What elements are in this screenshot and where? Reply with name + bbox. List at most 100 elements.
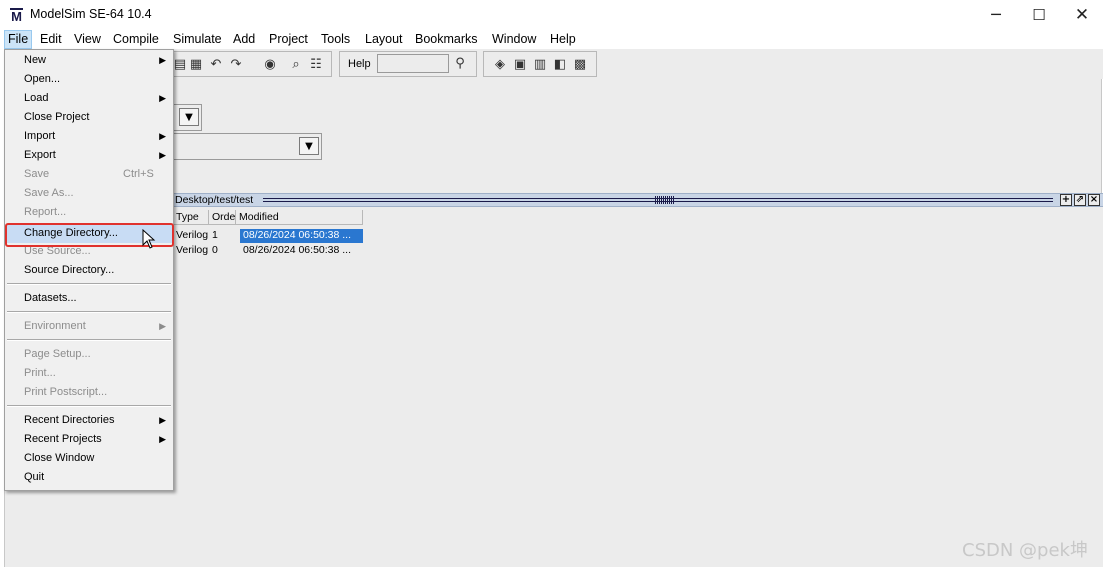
chevron-down-icon[interactable]: ▼ bbox=[299, 137, 319, 155]
title-bar: M ModelSim SE-64 10.4 ─ ☐ ✕ bbox=[0, 0, 1106, 30]
menu-item-label: New bbox=[24, 54, 47, 66]
toolbar-group-view: ◈ ▣ ▥ ◧ ▩ bbox=[483, 51, 597, 77]
menu-item-export[interactable]: Export ▶ bbox=[6, 146, 172, 165]
menu-item-label: Page Setup... bbox=[24, 348, 91, 360]
window-title: ModelSim SE-64 10.4 bbox=[30, 7, 152, 21]
menu-item-close-window[interactable]: Close Window bbox=[6, 449, 172, 468]
help-search-icon[interactable]: ⚲ bbox=[452, 56, 468, 72]
find-icon[interactable]: ▦ bbox=[188, 57, 204, 73]
modelsim-window: M ModelSim SE-64 10.4 ─ ☐ ✕ File Edit Vi… bbox=[0, 0, 1106, 567]
maximize-button[interactable]: ☐ bbox=[1017, 0, 1061, 30]
column-header-modified[interactable]: Modified bbox=[236, 210, 363, 225]
delete-doc-icon[interactable]: ▩ bbox=[572, 57, 588, 73]
help-search-input[interactable] bbox=[377, 54, 449, 73]
menu-layout[interactable]: Layout bbox=[362, 30, 406, 49]
menu-separator bbox=[7, 283, 171, 285]
menu-item-label: Save bbox=[24, 168, 50, 180]
binoculars-icon[interactable]: ⌕ bbox=[288, 57, 304, 73]
table-header: Type Order Modified bbox=[173, 210, 363, 225]
menu-item-label: Import bbox=[24, 130, 56, 142]
structure-icon[interactable]: ☷ bbox=[308, 57, 324, 73]
menu-item-label: Load bbox=[24, 92, 49, 104]
menu-view[interactable]: View bbox=[71, 30, 104, 49]
column-header-type[interactable]: Type bbox=[173, 210, 209, 225]
menu-item-load[interactable]: Load ▶ bbox=[6, 89, 172, 108]
pane-dock-icon[interactable]: + bbox=[1060, 194, 1072, 206]
menu-item-label: Report... bbox=[24, 206, 67, 218]
menu-item-datasets[interactable]: Datasets... bbox=[6, 289, 172, 308]
context-combobox[interactable]: ▼ bbox=[165, 133, 322, 160]
project-path: Desktop/test/test bbox=[175, 194, 254, 206]
menu-item-save-as[interactable]: Save As... bbox=[6, 184, 172, 203]
menu-item-label: Source Directory... bbox=[24, 264, 115, 276]
menu-separator bbox=[7, 405, 171, 407]
cell-type: Verilog bbox=[176, 244, 209, 256]
menu-item-label: Environment bbox=[24, 320, 86, 332]
file-menu-dropdown: New ▶ Open... Load ▶ Close Project Import ▶… bbox=[4, 49, 174, 491]
menu-compile[interactable]: Compile bbox=[110, 30, 162, 49]
help-label: Help bbox=[348, 58, 371, 70]
menu-bookmarks[interactable]: Bookmarks bbox=[412, 30, 481, 49]
pane-undock-icon[interactable]: ⇗ bbox=[1074, 194, 1086, 206]
menu-item-page-setup[interactable]: Page Setup... bbox=[6, 345, 172, 364]
menu-item-environment[interactable]: Environment ▶ bbox=[6, 317, 172, 336]
menu-separator bbox=[7, 339, 171, 341]
search-doc-icon[interactable]: ◧ bbox=[552, 57, 568, 73]
menu-bar: File Edit View Compile Simulate Add Proj… bbox=[0, 30, 1106, 49]
menu-simulate[interactable]: Simulate bbox=[170, 30, 225, 49]
menu-help[interactable]: Help bbox=[547, 30, 579, 49]
menu-item-label: Recent Directories bbox=[24, 414, 115, 426]
submenu-arrow-icon: ▶ bbox=[159, 93, 166, 103]
layers-icon[interactable]: ◈ bbox=[492, 57, 508, 73]
menu-item-label: Close Project bbox=[24, 111, 90, 123]
menu-item-label: Recent Projects bbox=[24, 433, 102, 445]
watermark: CSDN @pek坤 bbox=[962, 540, 1088, 561]
chevron-down-icon[interactable]: ▼ bbox=[179, 108, 199, 126]
menu-edit[interactable]: Edit bbox=[37, 30, 65, 49]
undo-icon[interactable]: ↶ bbox=[208, 57, 224, 73]
menu-tools[interactable]: Tools bbox=[318, 30, 353, 49]
mouse-cursor-icon bbox=[142, 229, 156, 249]
compile-icon[interactable]: ◉ bbox=[262, 57, 278, 73]
submenu-arrow-icon: ▶ bbox=[159, 434, 166, 444]
menu-item-save[interactable]: Save Ctrl+S bbox=[6, 165, 172, 184]
table-row[interactable]: Verilog 1 08/26/2024 06:50:38 ... bbox=[173, 229, 363, 243]
table-row[interactable]: Verilog 0 08/26/2024 06:50:38 ... bbox=[173, 244, 363, 258]
minimize-button[interactable]: ─ bbox=[974, 0, 1018, 30]
menu-item-label: Close Window bbox=[24, 452, 95, 464]
menu-add[interactable]: Add bbox=[230, 30, 258, 49]
menu-item-recent-directories[interactable]: Recent Directories ▶ bbox=[6, 411, 172, 430]
paste-icon[interactable]: ▤ bbox=[172, 57, 188, 73]
submenu-arrow-icon: ▶ bbox=[159, 415, 166, 425]
pane-drag-grip[interactable] bbox=[655, 196, 675, 204]
menu-project[interactable]: Project bbox=[266, 30, 311, 49]
menu-item-source-directory[interactable]: Source Directory... bbox=[6, 261, 172, 280]
menu-item-label: Export bbox=[24, 149, 56, 161]
modelsim-logo-icon: M bbox=[10, 8, 23, 24]
toolbar-group-edit: ▤ ▦ ↶ ↷ ◉ ⌕ ☷ bbox=[165, 51, 332, 77]
column-header-order[interactable]: Order bbox=[209, 210, 236, 225]
menu-item-open[interactable]: Open... bbox=[6, 70, 172, 89]
shortcut-label: Ctrl+S bbox=[123, 168, 154, 180]
pane-close-icon[interactable]: × bbox=[1088, 194, 1100, 206]
cell-modified: 08/26/2024 06:50:38 ... bbox=[240, 229, 363, 243]
calendar-icon[interactable]: ▥ bbox=[532, 57, 548, 73]
menu-item-new[interactable]: New ▶ bbox=[6, 51, 172, 70]
menu-window[interactable]: Window bbox=[489, 30, 539, 49]
menu-item-recent-projects[interactable]: Recent Projects ▶ bbox=[6, 430, 172, 449]
cell-order: 1 bbox=[212, 229, 218, 241]
cell-order: 0 bbox=[212, 244, 218, 256]
cell-modified: 08/26/2024 06:50:38 ... bbox=[243, 244, 352, 256]
menu-item-report[interactable]: Report... bbox=[6, 203, 172, 222]
menu-file[interactable]: File bbox=[4, 30, 33, 49]
menu-item-quit[interactable]: Quit bbox=[6, 468, 172, 487]
menu-item-close-project[interactable]: Close Project bbox=[6, 108, 172, 127]
submenu-arrow-icon: ▶ bbox=[159, 131, 166, 141]
menu-item-print-postscript[interactable]: Print Postscript... bbox=[6, 383, 172, 402]
close-button[interactable]: ✕ bbox=[1060, 0, 1104, 30]
redo-icon[interactable]: ↷ bbox=[228, 57, 244, 73]
menu-item-print[interactable]: Print... bbox=[6, 364, 172, 383]
menu-item-import[interactable]: Import ▶ bbox=[6, 127, 172, 146]
notes-icon[interactable]: ▣ bbox=[512, 57, 528, 73]
menu-item-label: Print Postscript... bbox=[24, 386, 108, 398]
